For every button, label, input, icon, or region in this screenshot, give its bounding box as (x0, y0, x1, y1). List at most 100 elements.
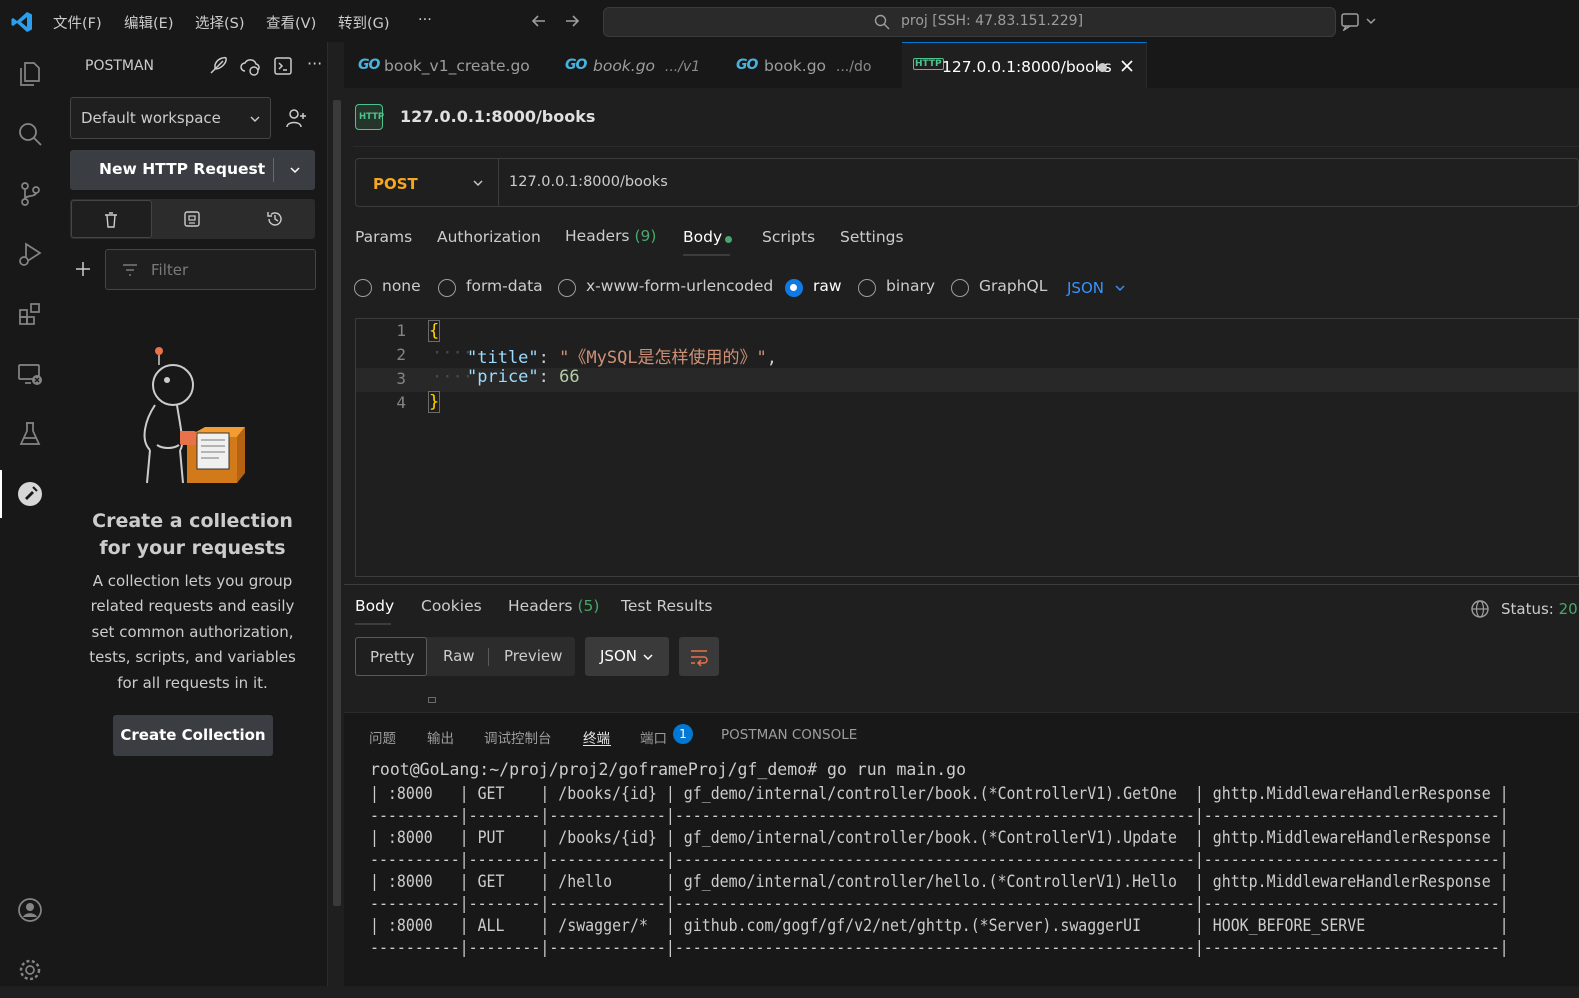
extensions-icon[interactable] (0, 286, 60, 342)
response-tab-headers[interactable]: Headers (5) (508, 597, 599, 615)
http-request-icon: HTTP (355, 104, 384, 130)
menu-more[interactable]: ··· (418, 12, 432, 28)
run-debug-icon[interactable] (0, 226, 60, 282)
radio-binary[interactable] (858, 279, 876, 297)
request-title[interactable]: 127.0.0.1:8000/books (400, 107, 595, 126)
menu-go[interactable]: 转到(G) (338, 12, 390, 33)
search-icon[interactable] (0, 106, 60, 162)
radio-form-data[interactable] (438, 279, 456, 297)
command-center-search[interactable]: proj [SSH: 47.83.151.229] (603, 7, 1336, 37)
tab-http-request[interactable]: HTTP 127.0.0.1:8000/books (902, 42, 1147, 89)
back-arrow-icon[interactable] (530, 12, 548, 30)
tab-book-v1-create-go[interactable]: GO book_v1_create.go (344, 42, 552, 88)
close-icon[interactable] (1120, 59, 1134, 73)
menu-view[interactable]: 查看(V) (266, 12, 316, 33)
tab-book-go-v1[interactable]: GO book.go .../v1 (551, 42, 723, 88)
tab-active-underline (683, 254, 730, 256)
panel-tab-output[interactable]: 输出 (427, 727, 454, 747)
view-preview-button[interactable]: Preview (504, 647, 562, 665)
tab-collections[interactable] (71, 200, 152, 238)
forward-arrow-icon[interactable] (563, 12, 581, 30)
feather-icon[interactable] (207, 55, 229, 77)
panel-tab-problems[interactable]: 问题 (369, 727, 396, 747)
splitter[interactable] (344, 584, 1579, 585)
explorer-icon[interactable] (0, 46, 60, 102)
tab-book-go-do[interactable]: GO book.go .../do (722, 42, 903, 88)
copilot-chat-icon[interactable] (1340, 11, 1378, 31)
postman-icon[interactable] (0, 466, 60, 522)
empty-state-title: Create a collection for your requests (92, 510, 293, 559)
trash-icon (105, 212, 117, 228)
radio-x-www-form-urlencoded[interactable] (558, 279, 576, 297)
radio-form-data-label: form-data (466, 277, 543, 295)
vscode-logo-icon (11, 12, 32, 32)
panel-tab-postman-console[interactable]: POSTMAN CONSOLE (721, 727, 857, 743)
testing-icon[interactable] (0, 406, 60, 462)
panel-tab-ports[interactable]: 端口 (640, 727, 667, 747)
method-select[interactable]: POST (356, 159, 499, 206)
radio-raw[interactable] (785, 279, 803, 297)
more-actions-icon[interactable]: ··· (307, 54, 322, 73)
wrap-lines-button[interactable] (679, 637, 719, 676)
postman-sidebar: POSTMAN ··· Default workspace New HTTP R… (60, 42, 328, 986)
radio-none[interactable] (354, 279, 372, 297)
panel-tab-debug-console[interactable]: 调试控制台 (484, 727, 552, 747)
environment-icon[interactable] (183, 210, 201, 228)
menu-selection[interactable]: 选择(S) (195, 12, 245, 33)
response-tab-test-results[interactable]: Test Results (621, 597, 712, 615)
url-bar: POST 127.0.0.1:8000/books (355, 158, 1579, 207)
remote-explorer-icon[interactable] (0, 346, 60, 402)
panel-tab-terminal[interactable]: 终端 (583, 727, 610, 747)
settings-gear-icon[interactable] (0, 942, 60, 998)
new-http-request-button[interactable]: New HTTP Request (70, 150, 315, 190)
create-collection-button[interactable]: Create Collection (113, 715, 273, 756)
workspace-label: Default workspace (81, 109, 221, 127)
title-bar: 文件(F) 编辑(E) 选择(S) 查看(V) 转到(G) ··· proj [… (0, 0, 1579, 42)
line-number: 3 (396, 369, 406, 388)
history-icon[interactable] (266, 210, 284, 228)
tab-label: book.go .../do (764, 57, 872, 75)
tab-label: 127.0.0.1:8000/books (942, 58, 1112, 76)
tab-settings[interactable]: Settings (840, 228, 904, 246)
radio-graphql[interactable] (951, 279, 969, 297)
empty-state-description: A collection lets you group related requ… (89, 572, 296, 692)
go-file-icon: GO (565, 57, 587, 73)
add-icon[interactable] (74, 260, 92, 278)
accounts-icon[interactable] (0, 882, 60, 938)
response-tab-body[interactable]: Body (355, 597, 394, 615)
new-http-request-label: New HTTP Request (99, 160, 266, 178)
tab-authorization[interactable]: Authorization (437, 228, 541, 246)
add-user-icon[interactable] (284, 106, 308, 130)
radio-graphql-label: GraphQL (979, 277, 1048, 295)
view-pretty-label: Pretty (370, 648, 415, 666)
chevron-down-icon[interactable] (289, 164, 301, 176)
view-pretty-button[interactable]: Pretty (355, 637, 427, 676)
workspace-select[interactable]: Default workspace (70, 97, 271, 139)
filter-input[interactable]: Filter (105, 249, 316, 290)
view-raw-button[interactable]: Raw (443, 647, 475, 665)
tab-headers[interactable]: Headers (9) (565, 227, 656, 245)
scrollbar-thumb[interactable] (333, 100, 341, 906)
request-body-editor[interactable]: 1 2 3 4 { ···· "title": "《MySQL是怎样使用的》",… (355, 318, 1579, 577)
source-control-icon[interactable] (0, 166, 60, 222)
menu-file[interactable]: 文件(F) (53, 12, 102, 33)
panel-tab-active-underline (583, 745, 611, 746)
response-format-select[interactable]: JSON (585, 637, 669, 676)
menu-edit[interactable]: 编辑(E) (124, 12, 173, 33)
radio-none-label: none (382, 277, 421, 295)
go-file-icon: GO (736, 57, 758, 73)
tab-body[interactable]: Body (683, 228, 722, 246)
button-divider (273, 158, 274, 182)
cloud-sync-icon[interactable] (239, 55, 261, 77)
sidebar-scrollbar[interactable] (330, 42, 344, 986)
body-format-select[interactable]: JSON (1067, 279, 1104, 297)
sidebar-view-tabs (70, 199, 315, 239)
url-input[interactable]: 127.0.0.1:8000/books (509, 174, 668, 190)
tab-scripts[interactable]: Scripts (762, 228, 815, 246)
response-tab-cookies[interactable]: Cookies (421, 597, 482, 615)
chevron-down-icon (643, 654, 653, 661)
chevron-down-icon[interactable] (1114, 282, 1126, 294)
body-indicator-dot (725, 236, 732, 243)
tab-params[interactable]: Params (355, 228, 412, 246)
console-icon[interactable] (272, 55, 294, 77)
